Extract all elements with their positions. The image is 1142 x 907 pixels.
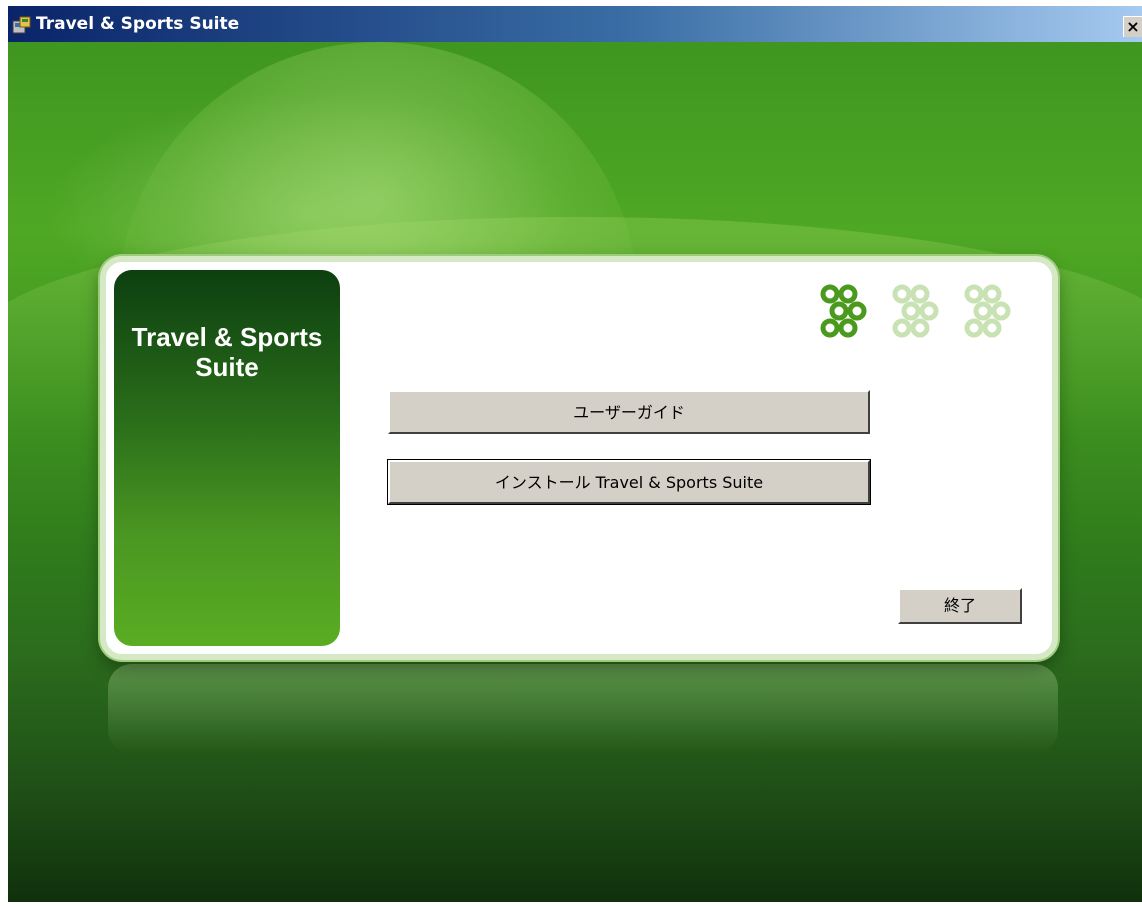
window-title: Travel & Sports Suite	[36, 14, 240, 34]
content-area: Travel & Sports Suite ユーザーガイド インストール Tra…	[8, 42, 1142, 902]
title-bar[interactable]: Travel & Sports Suite ×	[8, 6, 1142, 42]
logo-icon	[820, 284, 1011, 338]
install-button[interactable]: インストール Travel & Sports Suite	[387, 459, 871, 505]
user-guide-button[interactable]: ユーザーガイド	[388, 390, 870, 434]
brand-title-line2: Suite	[195, 352, 259, 382]
brand-title-line1: Travel & Sports	[131, 322, 323, 352]
close-button[interactable]: ×	[1123, 16, 1142, 37]
panel-reflection	[108, 664, 1058, 754]
brand-title: Travel & Sports Suite	[114, 322, 340, 382]
brand-box: Travel & Sports Suite	[114, 270, 340, 646]
menu-panel: Travel & Sports Suite ユーザーガイド インストール Tra…	[100, 256, 1058, 660]
installer-window: Travel & Sports Suite × Travel & Sports …	[8, 6, 1142, 902]
app-icon	[12, 16, 31, 34]
exit-button[interactable]: 終了	[898, 588, 1022, 624]
